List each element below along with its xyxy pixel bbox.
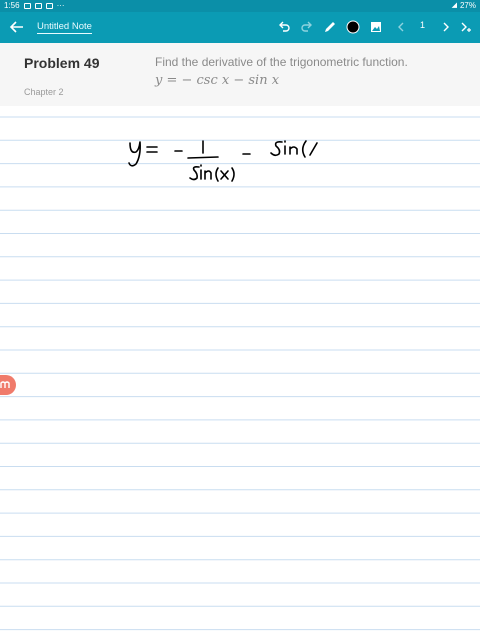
stroke-s bbox=[189, 166, 200, 181]
notification-icon bbox=[45, 3, 53, 9]
pen-icon[interactable] bbox=[323, 20, 337, 34]
wifi-icon: ◢ bbox=[451, 2, 457, 9]
note-canvas[interactable] bbox=[0, 106, 480, 640]
problem-title: Problem 49 bbox=[24, 55, 100, 71]
back-arrow-icon[interactable] bbox=[9, 19, 25, 35]
stroke-n bbox=[204, 170, 212, 180]
battery-percentage: 27% bbox=[459, 1, 476, 10]
page-number: 1 bbox=[420, 20, 426, 30]
stroke-paren-left-2 bbox=[301, 140, 307, 158]
problem-text: Find the derivative of the trigonometric… bbox=[155, 55, 408, 69]
status-right: ◢ 27% bbox=[452, 0, 476, 12]
stroke-fraction-bar bbox=[187, 156, 219, 159]
stroke-slash bbox=[309, 142, 318, 156]
status-left: 1:56 ··· bbox=[4, 0, 65, 12]
undo-icon[interactable] bbox=[277, 20, 291, 34]
stroke-x bbox=[220, 170, 229, 180]
status-more: ··· bbox=[56, 1, 65, 10]
app-toolbar: Untitled Note 1 bbox=[0, 12, 480, 43]
stroke-paren-left bbox=[215, 167, 219, 182]
color-dot-icon[interactable] bbox=[346, 20, 360, 34]
stroke-paren-right bbox=[231, 167, 235, 182]
stroke-s-2 bbox=[270, 141, 283, 157]
chevron-left-icon[interactable] bbox=[394, 20, 408, 34]
status-bar: 1:56 ··· ◢ 27% bbox=[0, 0, 480, 12]
add-page-icon[interactable] bbox=[458, 20, 472, 34]
note-title[interactable]: Untitled Note bbox=[37, 21, 92, 34]
redo-icon[interactable] bbox=[300, 20, 314, 34]
handwriting bbox=[128, 140, 318, 182]
chevron-right-icon[interactable] bbox=[439, 20, 453, 34]
ruled-lines bbox=[0, 116, 480, 631]
stroke-n-2 bbox=[289, 146, 298, 155]
notification-icon bbox=[34, 3, 42, 9]
stroke-equals bbox=[146, 146, 158, 153]
image-icon[interactable] bbox=[369, 20, 383, 34]
notification-icon bbox=[23, 3, 31, 9]
stroke-y bbox=[128, 141, 141, 167]
problem-equation: y = − csc x − sin x bbox=[155, 73, 280, 88]
brand-logo bbox=[0, 375, 16, 395]
status-time: 1:56 bbox=[4, 1, 20, 10]
problem-card: Problem 49 Chapter 2 Find the derivative… bbox=[0, 43, 480, 106]
chapter-label: Chapter 2 bbox=[24, 87, 64, 97]
